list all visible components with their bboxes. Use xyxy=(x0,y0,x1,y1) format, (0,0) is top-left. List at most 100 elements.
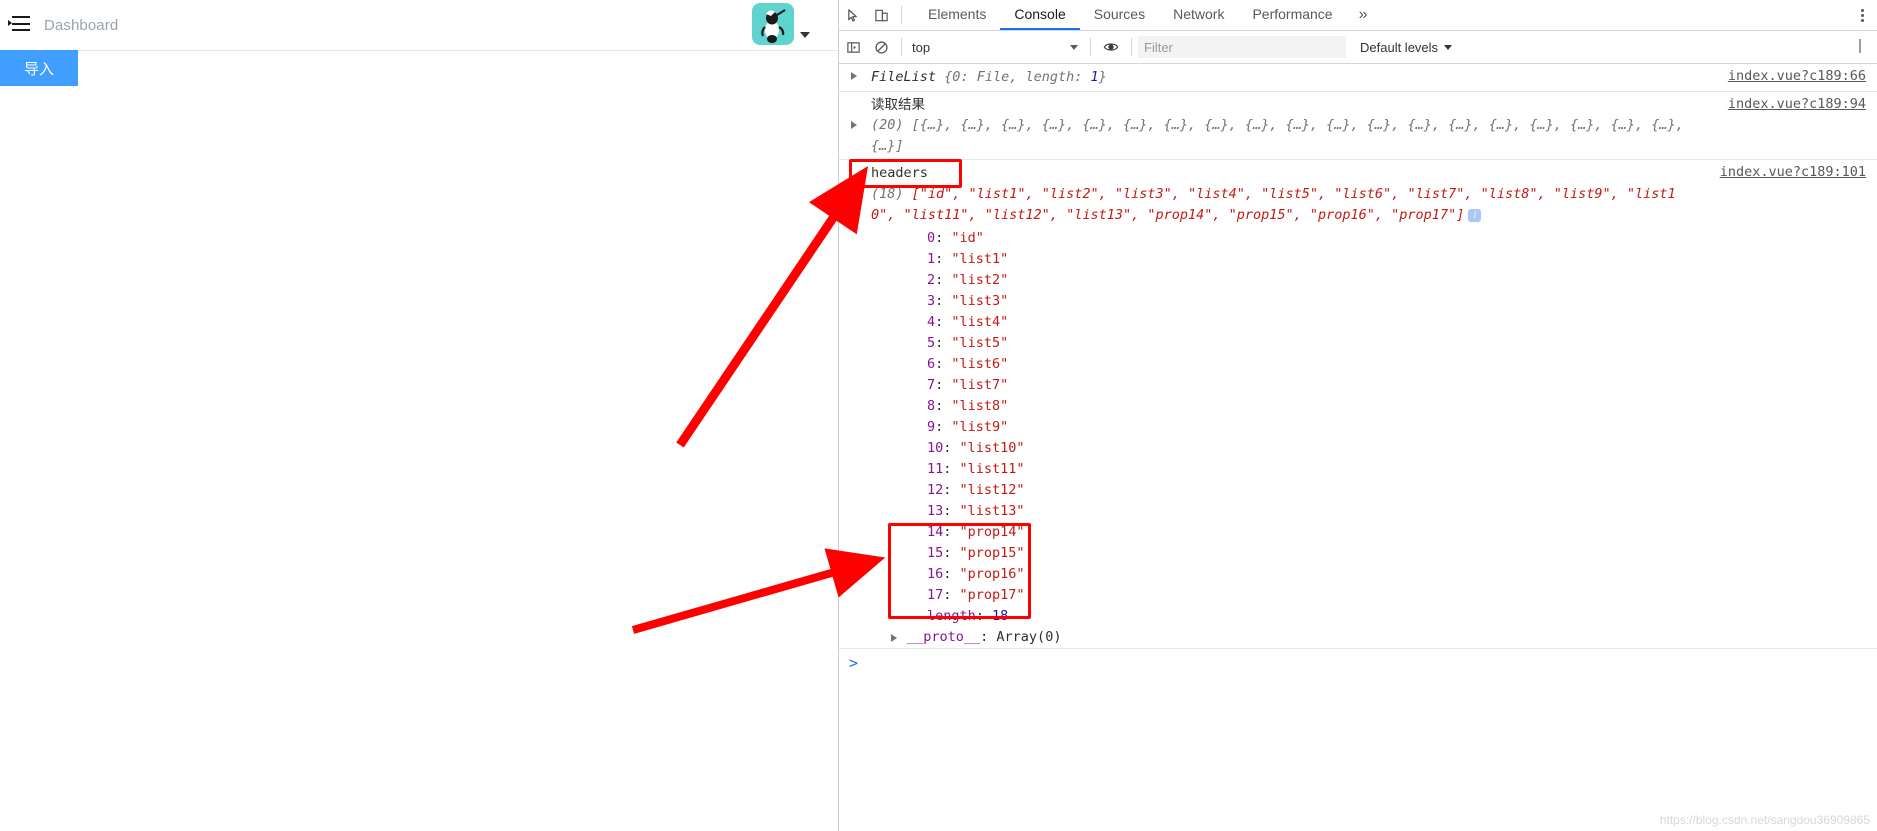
console-filter-bar: top Default levels xyxy=(839,31,1877,64)
array-proto-row[interactable]: __proto__: Array(0) xyxy=(839,627,1877,648)
array-item-9[interactable]: 9: "list9" xyxy=(839,417,1877,438)
tab-console[interactable]: Console xyxy=(1000,0,1080,30)
user-menu[interactable] xyxy=(752,3,810,45)
array-item-2[interactable]: 2: "list2" xyxy=(839,270,1877,291)
array-item-7[interactable]: 7: "list7" xyxy=(839,375,1877,396)
array-item-6[interactable]: 6: "list6" xyxy=(839,354,1877,375)
item-index: 7 xyxy=(927,377,936,394)
array-item-8[interactable]: 8: "list8" xyxy=(839,396,1877,417)
array-properties-list: 0: "id" 1: "list1" 2: "list2" 3: "list3"… xyxy=(839,228,1877,648)
array-item-12[interactable]: 12: "list12" xyxy=(839,480,1877,501)
expand-triangle[interactable] xyxy=(847,68,861,84)
item-value: "list5" xyxy=(951,335,1009,352)
watermark: https://blog.csdn.net/sangdou36909865 xyxy=(1659,813,1870,827)
item-value: "list6" xyxy=(951,356,1009,373)
filterbar-divider-3 xyxy=(1131,38,1132,56)
live-expression-icon[interactable] xyxy=(1097,34,1125,60)
array-count: (18) xyxy=(871,185,904,202)
console-message-read-result[interactable]: 读取结果 (20) [{…}, {…}, {…}, {…}, {…}, {…}, … xyxy=(839,92,1877,161)
source-link[interactable]: index.vue?c189:94 xyxy=(1728,96,1866,112)
array-length-row[interactable]: length: 18 xyxy=(839,606,1877,627)
length-label: length xyxy=(927,608,976,625)
array-item-4[interactable]: 4: "list4" xyxy=(839,312,1877,333)
show-console-sidebar-icon[interactable] xyxy=(839,34,867,60)
tab-sources[interactable]: Sources xyxy=(1080,0,1159,30)
console-message-headers[interactable]: headers (18) ["id", "list1", "list2", "li… xyxy=(839,160,1877,228)
console-prompt-row[interactable]: > xyxy=(839,648,1877,675)
item-value: "list8" xyxy=(951,398,1009,415)
item-index: 2 xyxy=(927,272,936,289)
item-value: "list11" xyxy=(959,461,1025,478)
source-link[interactable]: index.vue?c189:66 xyxy=(1728,68,1866,84)
log-levels-dropdown[interactable]: Default levels xyxy=(1360,40,1453,55)
expand-triangle[interactable] xyxy=(891,634,897,643)
chevron-double-right-icon[interactable]: » xyxy=(1347,0,1380,30)
item-index: 13 xyxy=(927,503,944,520)
item-value: "list1" xyxy=(951,251,1009,268)
screenshot-root: Dashboard 导入 Elements Console Sources Ne… xyxy=(0,0,1877,831)
devtools-panel: Elements Console Sources Network Perform… xyxy=(838,0,1877,831)
array-item-13[interactable]: 13: "list13" xyxy=(839,501,1877,522)
info-badge-icon[interactable]: i xyxy=(1468,208,1482,222)
clear-console-icon[interactable] xyxy=(867,34,895,60)
chevron-down-icon xyxy=(1070,44,1078,50)
array-item-1[interactable]: 1: "list1" xyxy=(839,249,1877,270)
read-result-label: 读取结果 xyxy=(871,96,925,113)
console-output: FileList {0: File, length: 1} index.vue?… xyxy=(839,64,1877,675)
item-index: 17 xyxy=(927,587,944,604)
tab-performance[interactable]: Performance xyxy=(1238,0,1346,30)
chevron-down-icon[interactable] xyxy=(800,32,810,38)
user-avatar-icon[interactable] xyxy=(752,3,794,45)
array-item-11[interactable]: 11: "list11" xyxy=(839,459,1877,480)
array-item-0[interactable]: 0: "id" xyxy=(839,228,1877,249)
expand-triangle[interactable] xyxy=(847,117,861,133)
devtools-toolbar: Elements Console Sources Network Perform… xyxy=(839,0,1877,31)
filterbar-divider-2 xyxy=(1090,38,1091,56)
item-index: 3 xyxy=(927,293,936,310)
web-page-panel: Dashboard 导入 xyxy=(0,0,838,831)
settings-overflow-icon[interactable] xyxy=(1846,33,1874,59)
console-context-select[interactable]: top xyxy=(908,36,1084,58)
prompt-caret-icon: > xyxy=(849,654,859,673)
source-link[interactable]: index.vue?c189:101 xyxy=(1720,164,1866,180)
filterbar-divider-1 xyxy=(901,38,902,56)
kebab-menu-icon[interactable] xyxy=(1850,2,1874,28)
array-item-14[interactable]: 14: "prop14" xyxy=(839,522,1877,543)
filter-input[interactable] xyxy=(1138,36,1346,58)
array-item-3[interactable]: 3: "list3" xyxy=(839,291,1877,312)
array-preview: [{…}, {…}, {…}, {…}, {…}, {…}, {…}, {…},… xyxy=(871,117,1692,154)
proto-label: __proto__ xyxy=(907,629,981,646)
expand-triangle[interactable] xyxy=(847,206,861,222)
array-count: (20) xyxy=(871,117,904,134)
device-toolbar-icon[interactable] xyxy=(867,2,895,28)
breadcrumb: Dashboard xyxy=(44,16,119,34)
array-item-10[interactable]: 10: "list10" xyxy=(839,438,1877,459)
console-message-text: 读取结果 (20) [{…}, {…}, {…}, {…}, {…}, {…}, … xyxy=(871,95,1688,157)
array-item-17[interactable]: 17: "prop17" xyxy=(839,585,1877,606)
console-message-filelist[interactable]: FileList {0: File, length: 1} index.vue?… xyxy=(839,64,1877,92)
item-value: "list9" xyxy=(951,419,1009,436)
headers-label: headers xyxy=(871,165,928,182)
item-index: 1 xyxy=(927,251,936,268)
tab-network[interactable]: Network xyxy=(1159,0,1238,30)
array-item-5[interactable]: 5: "list5" xyxy=(839,333,1877,354)
page-header: Dashboard xyxy=(0,0,838,51)
inspect-element-icon[interactable] xyxy=(839,2,867,28)
devtools-tab-bar: Elements Console Sources Network Perform… xyxy=(914,0,1380,30)
item-index: 12 xyxy=(927,482,944,499)
array-item-16[interactable]: 16: "prop16" xyxy=(839,564,1877,585)
item-value: "list13" xyxy=(959,503,1025,520)
item-value: "id" xyxy=(951,230,984,247)
item-index: 16 xyxy=(927,566,944,583)
console-context-value: top xyxy=(912,39,931,55)
tab-elements[interactable]: Elements xyxy=(914,0,1000,30)
console-message-text: headers (18) ["id", "list1", "list2", "li… xyxy=(871,163,1678,225)
item-index: 6 xyxy=(927,356,936,373)
import-button[interactable]: 导入 xyxy=(0,50,78,86)
item-value: "list12" xyxy=(959,482,1025,499)
console-message-text: FileList {0: File, length: 1} xyxy=(871,69,1107,85)
array-item-15[interactable]: 15: "prop15" xyxy=(839,543,1877,564)
item-value: "prop17" xyxy=(959,587,1025,604)
hamburger-menu-icon[interactable] xyxy=(8,16,30,34)
item-index: 9 xyxy=(927,419,936,436)
